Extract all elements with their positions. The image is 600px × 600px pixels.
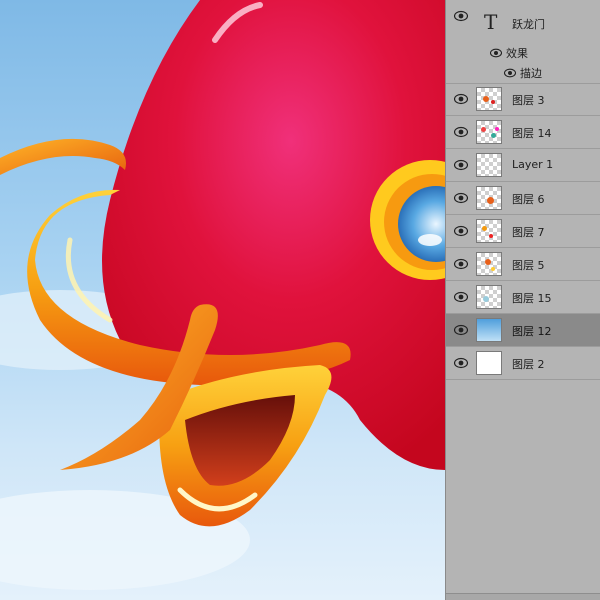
stroke-effect-label: 描边 [520, 67, 542, 80]
layer-name: 图层 15 [512, 292, 552, 305]
layer-row[interactable]: 图层 3 [446, 83, 600, 116]
eye-icon[interactable] [454, 126, 468, 138]
text-layer-name: 跃龙门 [512, 18, 545, 31]
upper-whisker [0, 138, 126, 175]
panel-footer [446, 593, 600, 600]
layer-name: Layer 1 [512, 158, 554, 171]
eye-icon[interactable] [454, 10, 468, 22]
layer-thumbnail [476, 252, 502, 276]
layer-name: 图层 7 [512, 226, 545, 239]
document-canvas[interactable] [0, 0, 445, 600]
eye-icon[interactable] [504, 68, 516, 78]
eye-icon[interactable] [454, 93, 468, 105]
text-type-icon: T [484, 10, 498, 34]
layer-thumbnail [476, 120, 502, 144]
layer-thumbnail [476, 87, 502, 111]
effects-label: 效果 [506, 47, 528, 60]
eye-icon[interactable] [454, 357, 468, 369]
layer-row[interactable]: Layer 1 [446, 149, 600, 182]
eye-icon[interactable] [454, 258, 468, 270]
eye-icon[interactable] [454, 225, 468, 237]
layer-name: 图层 12 [512, 325, 552, 338]
eye-icon[interactable] [454, 159, 468, 171]
layer-name: 图层 6 [512, 193, 545, 206]
layer-thumbnail [476, 153, 502, 177]
layer-thumbnail [476, 351, 502, 375]
layer-name: 图层 3 [512, 94, 545, 107]
layer-row[interactable]: 图层 7 [446, 215, 600, 248]
layer-row[interactable]: 图层 12 [446, 314, 600, 347]
layer-name: 图层 5 [512, 259, 545, 272]
layer-name: 图层 2 [512, 358, 545, 371]
fish-artwork [0, 0, 445, 590]
eye-icon[interactable] [490, 48, 502, 58]
layers-panel: T 跃龙门 效果 描边 图层 3 图层 14 Layer 1 图层 6 图层 7 图层 5… [445, 0, 600, 600]
text-layer-row[interactable]: T 跃龙门 效果 描边 [446, 0, 600, 84]
layer-thumbnail [476, 285, 502, 309]
layer-row[interactable]: 图层 14 [446, 116, 600, 149]
layer-row[interactable]: 图层 6 [446, 182, 600, 215]
layer-thumbnail [476, 318, 502, 342]
eye-icon[interactable] [454, 192, 468, 204]
eye-glint [418, 234, 442, 246]
layer-row[interactable]: 图层 15 [446, 281, 600, 314]
layer-name: 图层 14 [512, 127, 552, 140]
layer-row[interactable]: 图层 5 [446, 248, 600, 281]
layer-thumbnail [476, 186, 502, 210]
layer-row[interactable]: 图层 2 [446, 347, 600, 380]
layer-thumbnail [476, 219, 502, 243]
eye-icon[interactable] [454, 324, 468, 336]
eye-icon[interactable] [454, 291, 468, 303]
